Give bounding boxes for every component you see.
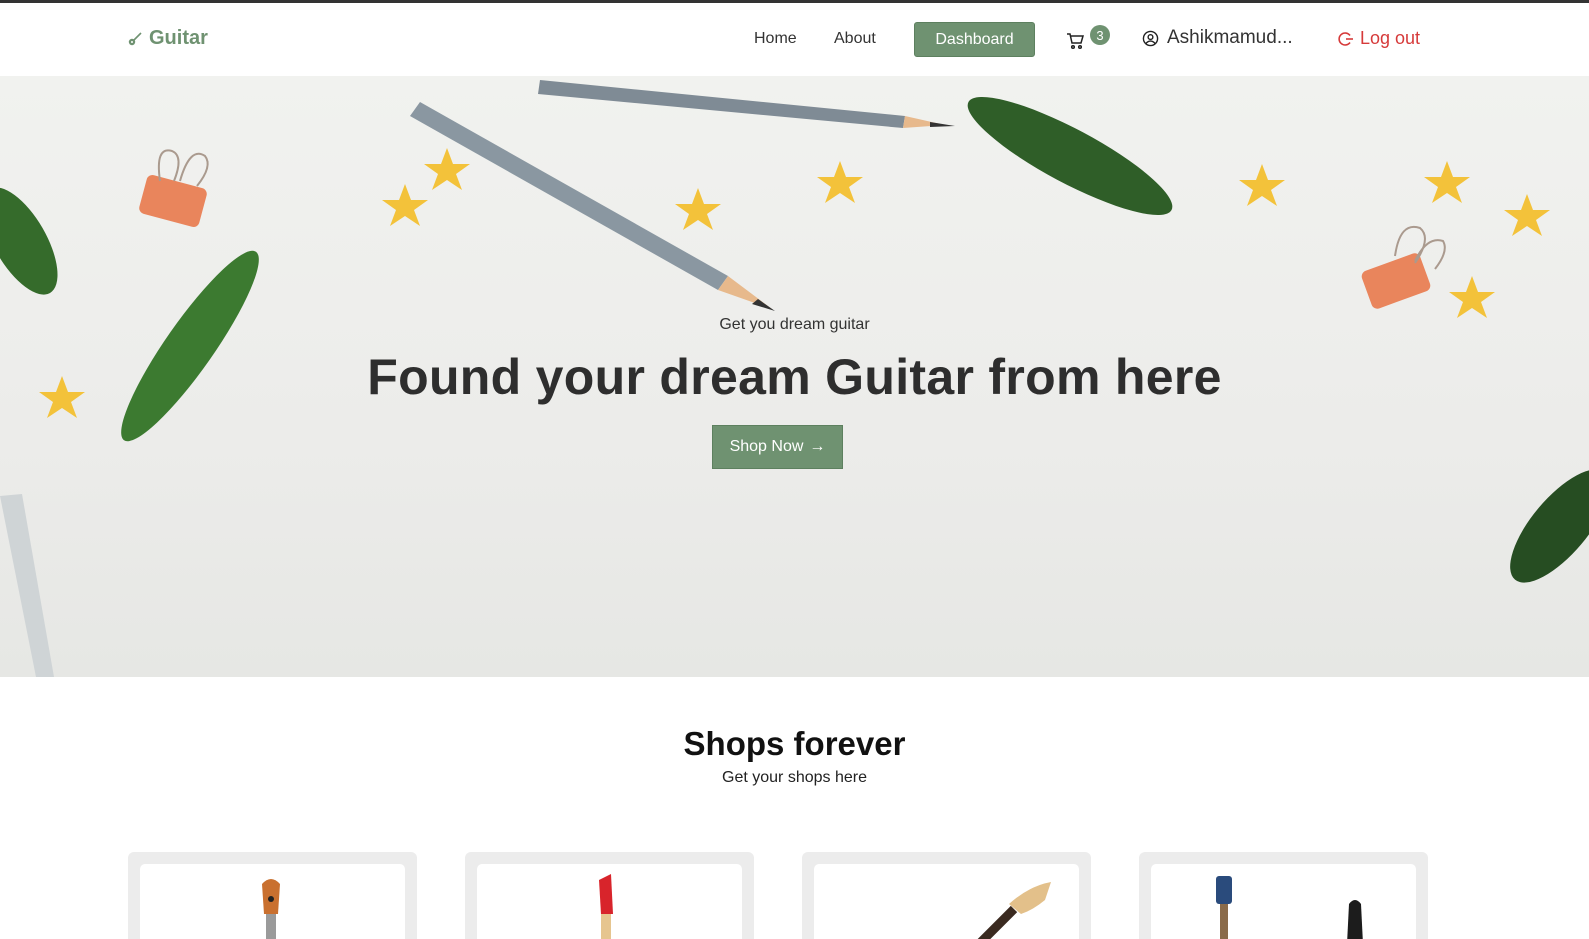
hero-subtitle: Get you dream guitar (719, 316, 870, 333)
product-card[interactable] (465, 852, 754, 939)
user-name: Ashikmamud... (1167, 27, 1293, 48)
product-image-frame (1151, 864, 1416, 939)
leaf-image (121, 250, 259, 442)
logout-icon (1338, 31, 1353, 46)
pencil-image (538, 80, 955, 128)
shops-section-title: Shops forever (683, 725, 906, 762)
star-image (382, 184, 428, 226)
product-card[interactable] (1139, 852, 1428, 939)
guitar-headstock-image (977, 882, 1051, 939)
hero-banner: Get you dream guitar Found your dream Gu… (0, 76, 1589, 677)
leaf-image (0, 187, 58, 295)
star-image (675, 188, 721, 230)
product-image-frame (140, 864, 405, 939)
leaf-image (1510, 469, 1589, 583)
brand-logo[interactable]: Guitar (127, 27, 208, 50)
navbar: Guitar Home About Dashboard 3 Ashikmamud… (0, 3, 1589, 76)
star-image (1424, 161, 1470, 203)
product-card[interactable] (128, 852, 417, 939)
dashboard-button[interactable]: Dashboard (914, 22, 1035, 57)
product-card[interactable] (802, 852, 1091, 939)
acoustic-guitar-image (262, 879, 280, 939)
pencil-image (0, 494, 54, 677)
shops-section-subtitle: Get your shops here (722, 769, 867, 786)
star-image (1449, 276, 1495, 318)
star-image (1239, 164, 1285, 206)
product-image-frame (477, 864, 742, 939)
cart-button[interactable]: 3 (1066, 25, 1110, 56)
binder-clip-image (1361, 225, 1446, 309)
nav-home-link[interactable]: Home (754, 30, 797, 48)
shop-now-label: Shop Now (729, 438, 804, 455)
cart-icon (1067, 33, 1084, 50)
user-menu[interactable]: Ashikmamud... (1142, 27, 1293, 49)
user-circle-icon (1142, 30, 1159, 46)
brand-name: Guitar (149, 27, 208, 49)
blue-guitar-and-case-image (1216, 876, 1363, 939)
star-image (424, 148, 470, 190)
electric-guitar-image (599, 874, 613, 939)
binder-clip-image (139, 149, 209, 227)
guitar-icon (128, 31, 142, 45)
logout-label: Log out (1360, 28, 1421, 48)
product-image-frame (814, 864, 1079, 939)
cart-count-badge: 3 (1090, 25, 1110, 45)
star-image (817, 161, 863, 203)
star-image (1504, 194, 1550, 236)
hero-title: Found your dream Guitar from here (367, 349, 1222, 405)
leaf-image (967, 96, 1173, 216)
logout-button[interactable]: Log out (1338, 28, 1420, 49)
pencil-image (410, 102, 775, 311)
nav-about-link[interactable]: About (834, 30, 876, 48)
shop-now-button[interactable]: Shop Now → (712, 425, 843, 469)
arrow-right-icon: → (809, 438, 826, 455)
